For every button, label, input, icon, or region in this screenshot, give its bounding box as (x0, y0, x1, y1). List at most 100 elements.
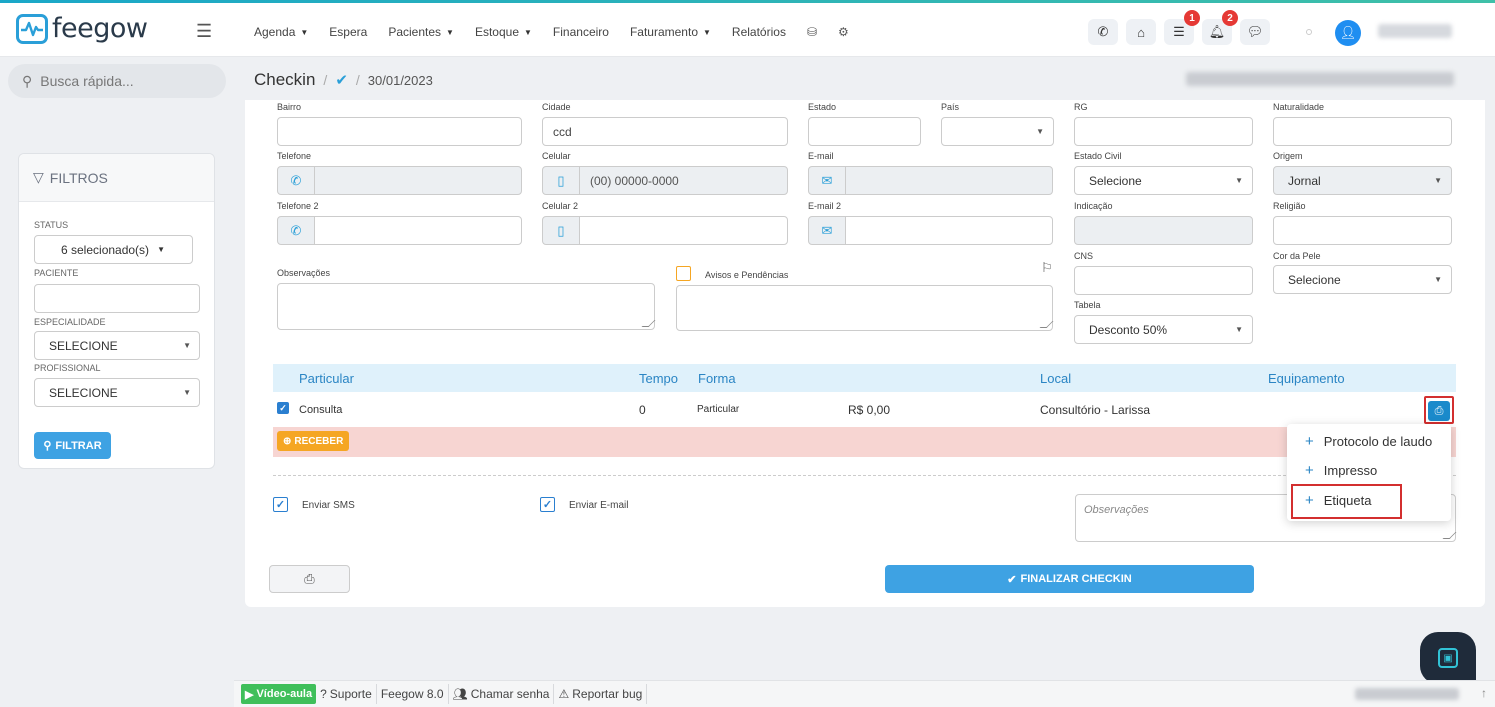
highlight-etiqueta (1291, 484, 1402, 519)
tasks-badge: 1 (1184, 10, 1200, 26)
finalizar-checkin-button[interactable]: ✔ FINALIZAR CHECKIN (885, 565, 1254, 593)
cns-input[interactable] (1074, 266, 1253, 295)
nav-financeiro[interactable]: Financeiro (553, 25, 609, 39)
observacoes-textarea[interactable] (277, 283, 655, 330)
envelope-icon: ✉ (808, 216, 846, 245)
app-header: feegow ☰ Agenda ▼ Espera Pacientes ▼ Estoq… (0, 3, 1495, 57)
menu-item-protocolo[interactable]: + Protocolo de laudo (1305, 433, 1432, 450)
bairro-input[interactable] (277, 117, 522, 146)
row-forma: Particular (697, 404, 740, 415)
caret-down-icon: ▼ (157, 245, 165, 254)
nav-relatorios[interactable]: Relatórios (732, 25, 786, 39)
telefone-input[interactable] (314, 166, 522, 195)
caret-down-icon: ▼ (446, 27, 454, 37)
video-aula-label: Vídeo-aula (256, 688, 313, 700)
bell-icon[interactable]: 🔔︎ 2 (1202, 10, 1238, 45)
nav-pacientes[interactable]: Pacientes ▼ (388, 25, 454, 39)
suporte-link[interactable]: ? Suporte (316, 684, 377, 704)
avisos-textarea[interactable] (676, 285, 1053, 331)
naturalidade-input[interactable] (1273, 117, 1452, 146)
print-button[interactable]: ⎙ (269, 565, 350, 593)
estado-civil-value: Selecione (1089, 173, 1142, 188)
avisos-checkbox[interactable] (676, 266, 691, 281)
arrow-up-icon[interactable]: ↑ (1481, 686, 1487, 700)
tasks-icon[interactable]: ☰ 1 (1164, 10, 1200, 45)
menu-icon[interactable]: ☰ (196, 21, 212, 42)
cidade-input[interactable]: ccd (542, 117, 788, 146)
nav-faturamento[interactable]: Faturamento ▼ (630, 25, 711, 39)
feegow-logo[interactable]: feegow (16, 13, 148, 44)
user-avatar[interactable]: 👤︎ (1335, 20, 1361, 46)
cor-pele-select[interactable]: Selecione ▼ (1273, 265, 1452, 294)
video-aula-button[interactable]: ▶ Vídeo-aula (241, 684, 317, 704)
finalizar-label: FINALIZAR CHECKIN (1020, 573, 1132, 585)
estado-input[interactable] (808, 117, 921, 146)
receber-button[interactable]: ⊕ RECEBER (277, 431, 350, 451)
profissional-select[interactable]: SELECIONE ▼ (34, 378, 200, 407)
nav-estoque[interactable]: Estoque ▼ (475, 25, 532, 39)
nav-agenda[interactable]: Agenda ▼ (254, 25, 308, 39)
chat-icon[interactable]: 💬︎ (1240, 19, 1270, 45)
especialidade-select[interactable]: SELECIONE ▼ (34, 331, 200, 360)
religiao-input[interactable] (1273, 216, 1452, 245)
nav-espera[interactable]: Espera (329, 25, 367, 39)
bug-icon: ⚠ (558, 687, 570, 701)
naturalidade-label: Naturalidade (1273, 102, 1325, 112)
nav-label: Faturamento (629, 25, 698, 39)
telefone2-input[interactable] (314, 216, 522, 245)
nav-label: Espera (329, 25, 368, 39)
receber-label: RECEBER (294, 435, 344, 447)
header-actions: ✆ ⌂ ☰ 1 🔔︎ 2 💬︎ (1088, 10, 1270, 45)
pais-select[interactable]: ▼ (941, 117, 1054, 146)
inbox-icon[interactable]: ⌂ (1126, 19, 1156, 45)
pais-label: País (941, 102, 960, 112)
reportar-bug-label: Reportar bug (572, 687, 643, 701)
celular2-input[interactable] (579, 216, 788, 245)
filters-header: ▽ FILTROS (19, 154, 214, 202)
procedures-table-header: Particular Tempo Forma Local Equipamento (273, 364, 1456, 392)
plus-icon: + (1305, 462, 1314, 479)
menu-item-impresso[interactable]: + Impresso (1305, 462, 1377, 479)
floating-action-button[interactable]: ▣ (1420, 632, 1476, 684)
suporte-label: Suporte (329, 687, 372, 701)
search-bar[interactable]: ⚲ Busca rápida... (8, 64, 226, 98)
check-icon: ✔ (335, 72, 348, 89)
phone-icon[interactable]: ✆ (1088, 19, 1118, 45)
row-checkbox[interactable]: ✓ (277, 402, 289, 414)
plus-circle-icon: ⊕ (283, 435, 292, 447)
indicacao-input[interactable] (1074, 216, 1253, 245)
checkin-panel: Bairro Cidade ccd Estado País ▼ RG Natur… (245, 100, 1485, 607)
enviar-email-checkbox[interactable]: ✓ (540, 497, 555, 512)
enviar-sms-checkbox[interactable]: ✓ (273, 497, 288, 512)
celular-input[interactable]: (00) 00000-0000 (579, 166, 788, 195)
main-nav: Agenda ▼ Espera Pacientes ▼ Estoque ▼ Finan… (254, 25, 870, 39)
paciente-input[interactable] (34, 284, 200, 313)
especialidade-value: SELECIONE (49, 338, 118, 353)
tabela-select[interactable]: Desconto 50% ▼ (1074, 315, 1253, 344)
status-select[interactable]: 6 selecionado(s) ▼ (34, 235, 193, 264)
caret-down-icon: ▼ (703, 27, 711, 37)
enviar-email-label: Enviar E-mail (569, 500, 629, 511)
filters-panel: ▽ FILTROS STATUS 6 selecionado(s) ▼ PACIE… (18, 153, 215, 469)
reportar-bug-link[interactable]: ⚠ Reportar bug (554, 684, 648, 704)
email-input[interactable] (845, 166, 1053, 195)
flag-icon[interactable]: ⚐ (1041, 260, 1053, 276)
th-particular: Particular (299, 371, 354, 386)
check-icon: ✔ (1007, 573, 1017, 586)
plus-icon: + (1305, 433, 1314, 450)
chamar-senha-link[interactable]: 👥︎ Chamar senha (449, 684, 555, 704)
filter-button[interactable]: ⚲ FILTRAR (34, 432, 111, 459)
database-icon[interactable]: ⛁ (807, 25, 817, 39)
brand-name: feegow (52, 13, 148, 44)
rg-input[interactable] (1074, 117, 1253, 146)
scan-icon: ▣ (1438, 648, 1458, 668)
origem-select[interactable]: Jornal ▼ (1273, 166, 1452, 195)
telefone2-label: Telefone 2 (277, 201, 319, 211)
estado-civil-select[interactable]: Selecione ▼ (1074, 166, 1253, 195)
version-label: Feegow 8.0 (377, 684, 449, 704)
menu-item-label: Impresso (1323, 463, 1378, 478)
email2-input[interactable] (845, 216, 1053, 245)
video-icon: ▶ (245, 688, 254, 701)
search-input[interactable]: Busca rápida... (40, 73, 133, 89)
gear-icon[interactable]: ⚙ (838, 25, 849, 39)
